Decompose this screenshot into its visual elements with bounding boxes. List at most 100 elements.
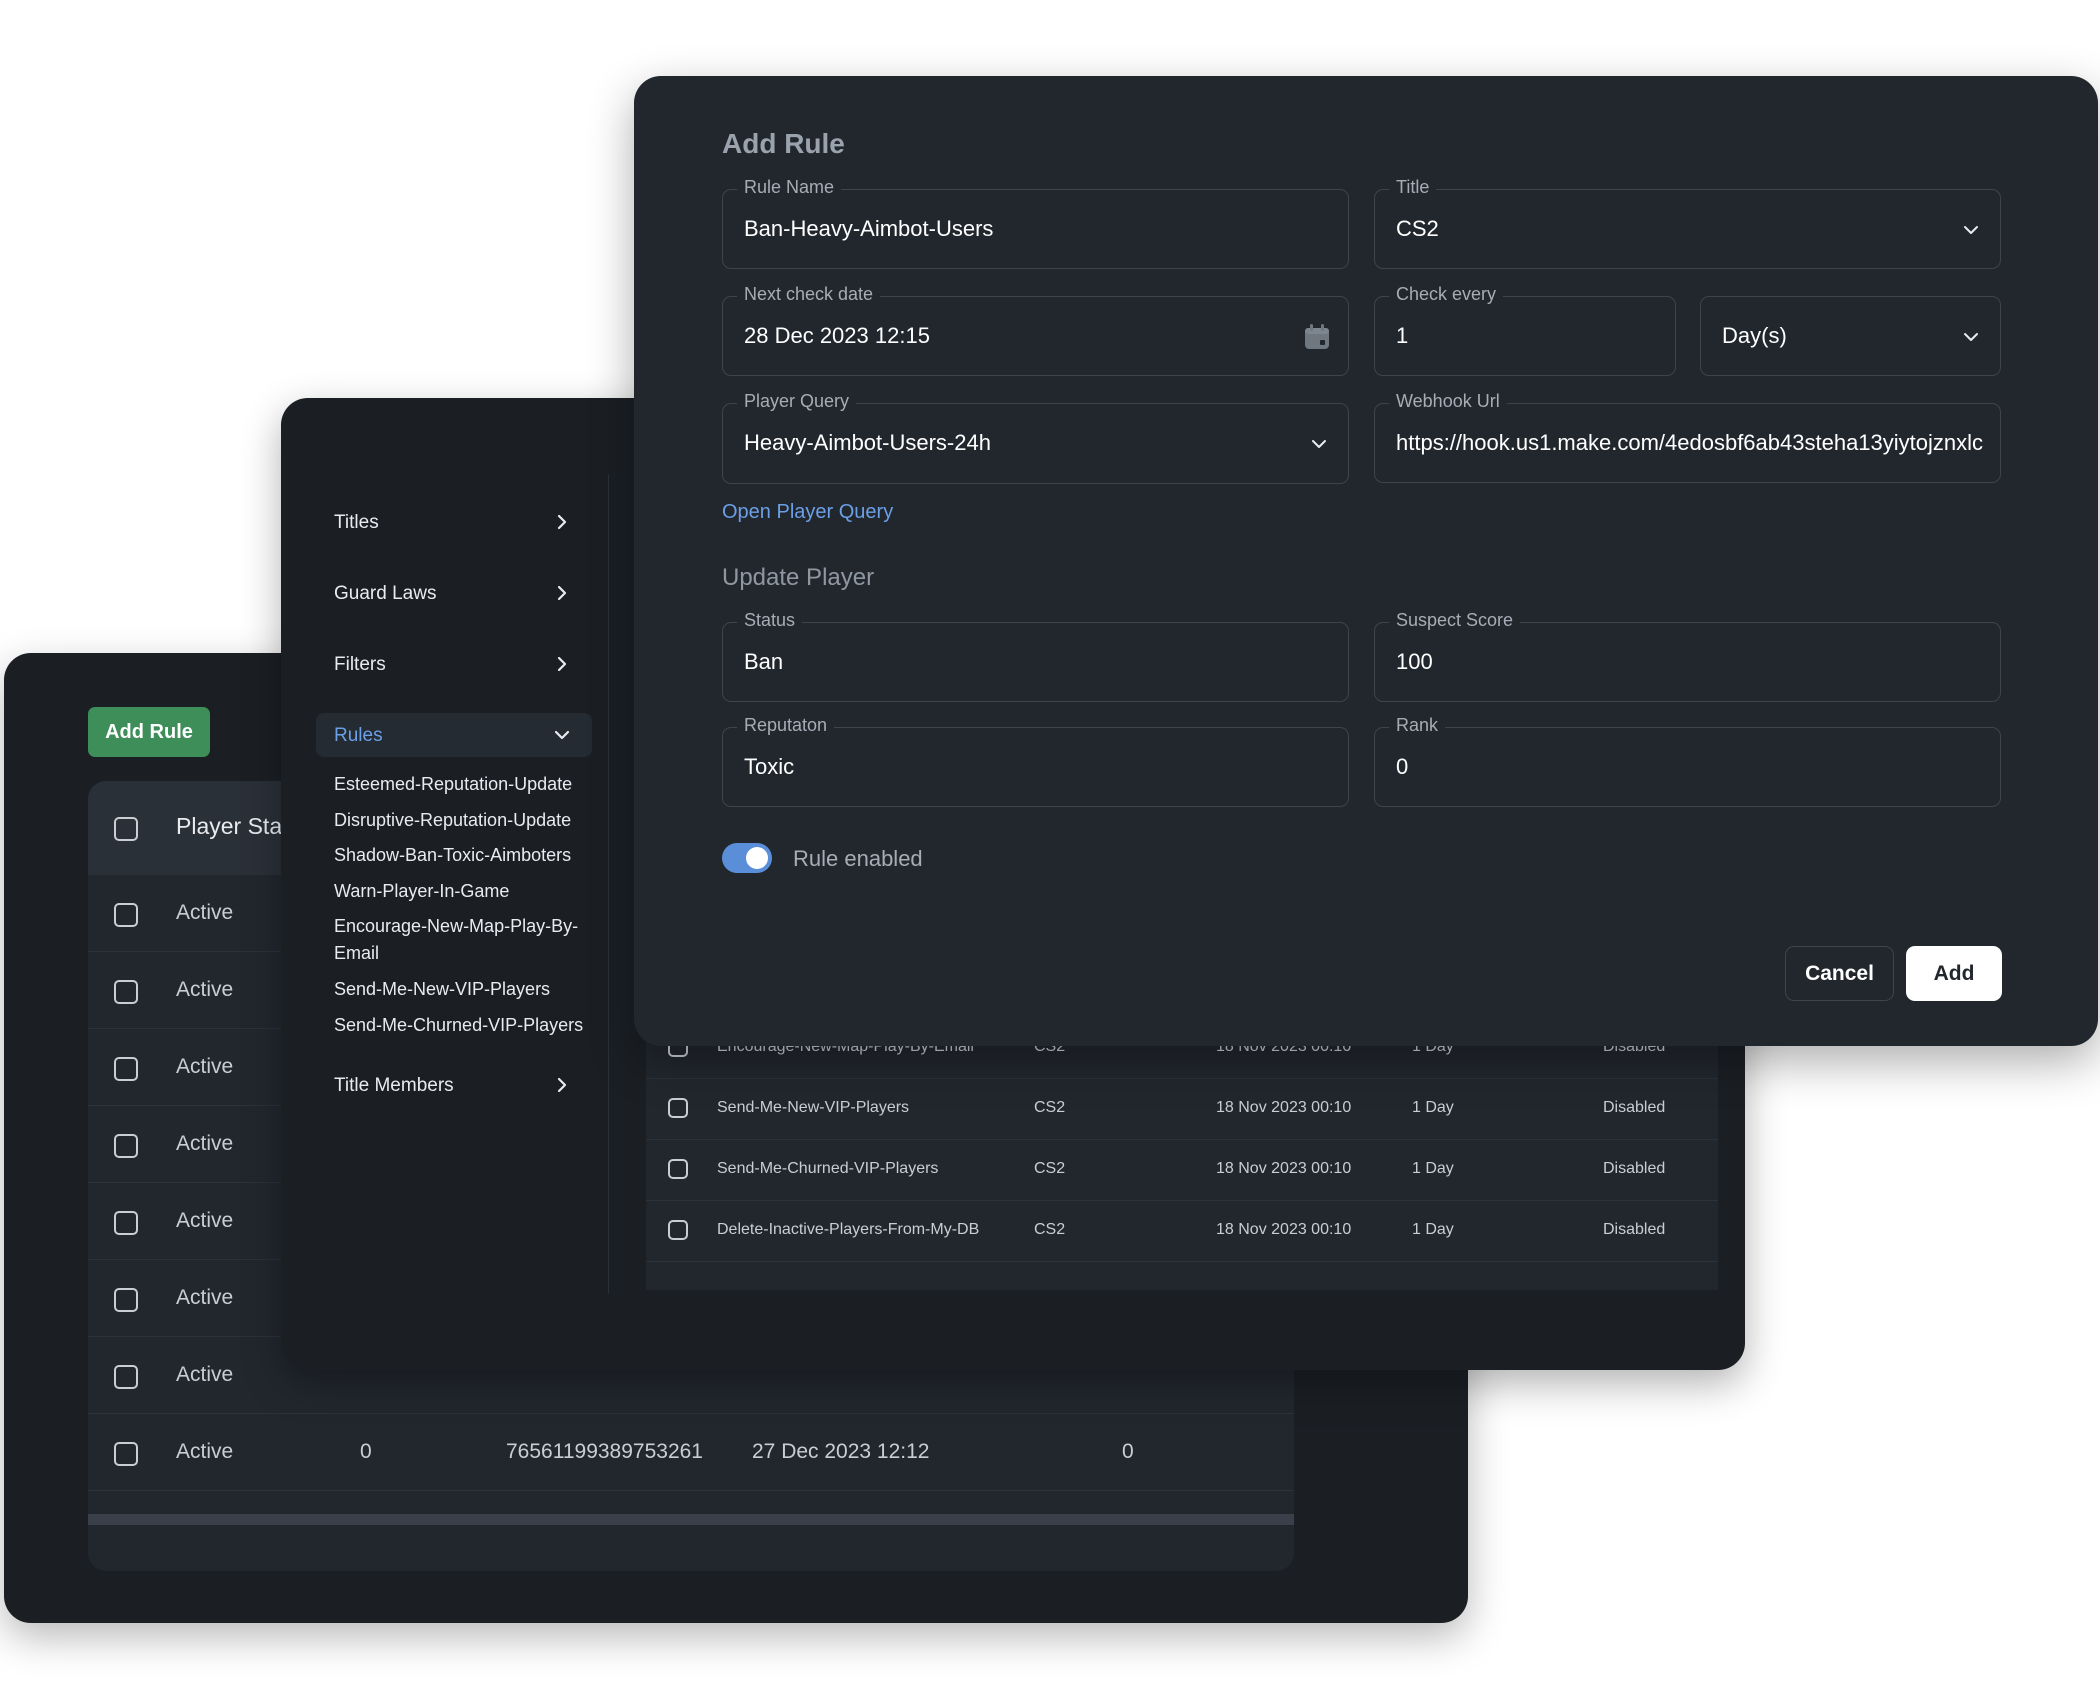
chevron-right-icon — [557, 585, 567, 601]
sidebar-item-filters[interactable]: Filters — [316, 642, 592, 686]
player-status-cell: Active — [176, 1363, 234, 1386]
title-select[interactable]: Title CS2 — [1374, 177, 2001, 269]
chevron-down-icon — [1964, 226, 1978, 234]
player-status-cell: Active — [176, 901, 234, 924]
rule-enabled-label: Rule enabled — [793, 846, 923, 871]
next-check-date-field[interactable]: Next check date 28 Dec 2023 12:15 — [722, 284, 1349, 376]
row-checkbox[interactable] — [668, 1220, 688, 1240]
row-checkbox[interactable] — [668, 1159, 688, 1179]
player-status-cell: Active — [176, 1209, 234, 1232]
chevron-right-icon — [557, 656, 567, 672]
add-button[interactable]: Add — [1906, 946, 2002, 1001]
player-query-select[interactable]: Player Query Heavy-Aimbot-Users-24h — [722, 391, 1349, 484]
check-every-unit-value: Day(s) — [1722, 323, 1787, 348]
chevron-right-icon — [557, 514, 567, 530]
rule-name-cell: Send-Me-Churned-VIP-Players — [717, 1160, 939, 1177]
check-every-field[interactable]: Check every 1 — [1374, 284, 1676, 376]
table-row[interactable]: Active 0 76561199389753261 27 Dec 2023 1… — [88, 1414, 1294, 1491]
sidebar-rule-link[interactable]: Send-Me-Churned-VIP-Players — [334, 1012, 604, 1039]
sidebar-rule-link[interactable]: Encourage-New-Map-Play-By-Email — [334, 913, 604, 967]
rule-title-cell: CS2 — [1034, 1099, 1066, 1116]
player-status-cell: Active — [176, 1440, 234, 1463]
player-status-cell: Active — [176, 1132, 234, 1155]
row-checkbox[interactable] — [114, 903, 138, 927]
rule-name-field[interactable]: Rule Name Ban-Heavy-Aimbot-Users — [722, 177, 1349, 269]
rule-next-check-cell: 18 Nov 2023 00:10 — [1216, 1221, 1352, 1238]
table-row[interactable]: Send-Me-Churned-VIP-Players CS2 18 Nov 2… — [646, 1140, 1718, 1201]
reputation-label: Reputaton — [737, 715, 835, 736]
cancel-button[interactable]: Cancel — [1785, 946, 1894, 1001]
next-check-date-label: Next check date — [737, 284, 881, 305]
check-every-unit-select[interactable]: Day(s) — [1700, 296, 2001, 376]
table-row[interactable]: Send-Me-New-VIP-Players CS2 18 Nov 2023 … — [646, 1079, 1718, 1140]
status-field[interactable]: Status Ban — [722, 610, 1349, 702]
sidebar-item-label: Title Members — [334, 1075, 454, 1096]
table-row[interactable]: Delete-Inactive-Players-From-My-DB CS2 1… — [646, 1201, 1718, 1262]
player-query-value: Heavy-Aimbot-Users-24h — [744, 430, 991, 455]
sidebar-rule-link[interactable]: Disruptive-Reputation-Update — [334, 807, 604, 834]
rules-table: Encourage-New-Map-Play-By-Email CS2 18 N… — [646, 1018, 1718, 1290]
row-checkbox[interactable] — [114, 1057, 138, 1081]
rule-name-cell: Send-Me-New-VIP-Players — [717, 1099, 910, 1116]
rule-enabled-toggle[interactable] — [722, 843, 772, 873]
rank-field[interactable]: Rank 0 — [1374, 715, 2001, 807]
sidebar-rule-link[interactable]: Warn-Player-In-Game — [334, 878, 604, 905]
status-value: Ban — [744, 649, 784, 674]
row-checkbox[interactable] — [114, 1442, 138, 1466]
rank-label: Rank — [1389, 715, 1446, 736]
sidebar-item-titles[interactable]: Titles — [316, 500, 592, 544]
select-all-checkbox[interactable] — [114, 817, 138, 841]
suspect-score-label: Suspect Score — [1389, 610, 1521, 631]
sidebar-item-title-members[interactable]: Title Members — [316, 1063, 592, 1107]
suspect-score-cell: 0 — [360, 1440, 372, 1463]
webhook-url-field[interactable]: Webhook Url https://hook.us1.make.com/4e… — [1374, 391, 2001, 483]
sidebar-rule-link[interactable]: Shadow-Ban-Toxic-Aimboters — [334, 842, 604, 869]
rule-next-check-cell: 18 Nov 2023 00:10 — [1216, 1099, 1352, 1116]
player-query-label: Player Query — [737, 391, 857, 412]
row-checkbox[interactable] — [114, 980, 138, 1004]
update-player-heading: Update Player — [722, 564, 875, 591]
horizontal-scrollbar[interactable] — [88, 1514, 1294, 1525]
row-checkbox[interactable] — [114, 1134, 138, 1158]
status-label: Status — [737, 610, 803, 631]
chevron-down-icon — [554, 730, 570, 740]
chevron-down-icon — [1312, 440, 1326, 448]
sidebar-item-label: Filters — [334, 654, 386, 675]
row-checkbox[interactable] — [114, 1365, 138, 1389]
title-value: CS2 — [1396, 216, 1439, 241]
rule-title-cell: CS2 — [1034, 1221, 1066, 1238]
row-checkbox[interactable] — [668, 1098, 688, 1118]
sidebar-divider — [608, 474, 609, 1294]
row-checkbox[interactable] — [114, 1211, 138, 1235]
check-every-value: 1 — [1396, 323, 1409, 348]
rule-state-cell: Disabled — [1603, 1099, 1666, 1116]
rule-name-value: Ban-Heavy-Aimbot-Users — [744, 216, 994, 241]
chevron-down-icon — [1964, 333, 1978, 341]
suspect-score-value: 100 — [1396, 649, 1433, 674]
modal-title: Add Rule — [722, 128, 845, 159]
webhook-url-label: Webhook Url — [1389, 391, 1507, 412]
rule-next-check-cell: 18 Nov 2023 00:10 — [1216, 1160, 1352, 1177]
player-status-cell: Active — [176, 978, 234, 1001]
date-cell: 27 Dec 2023 12:12 — [752, 1440, 930, 1463]
row-checkbox[interactable] — [114, 1288, 138, 1312]
suspect-score-field[interactable]: Suspect Score 100 — [1374, 610, 2001, 702]
calendar-icon[interactable] — [1302, 322, 1332, 352]
sidebar-item-label: Titles — [334, 512, 379, 533]
player-status-cell: Active — [176, 1055, 234, 1078]
rank-cell: 0 — [1122, 1440, 1134, 1463]
add-rule-modal: Add Rule Rule Name Ban-Heavy-Aimbot-User… — [634, 76, 2098, 1046]
sidebar-item-guard-laws[interactable]: Guard Laws — [316, 571, 592, 615]
reputation-value: Toxic — [744, 754, 795, 779]
sidebar-item-label: Rules — [334, 725, 383, 746]
sidebar-item-rules[interactable]: Rules — [316, 713, 592, 757]
add-rule-button[interactable]: Add Rule — [88, 707, 210, 757]
open-player-query-link[interactable]: Open Player Query — [722, 501, 893, 524]
rule-interval-cell: 1 Day — [1412, 1221, 1454, 1238]
sidebar-rule-link[interactable]: Send-Me-New-VIP-Players — [334, 976, 604, 1003]
reputation-field[interactable]: Reputaton Toxic — [722, 715, 1349, 807]
rule-name-cell: Delete-Inactive-Players-From-My-DB — [717, 1221, 980, 1238]
sidebar-rule-link[interactable]: Esteemed-Reputation-Update — [334, 771, 604, 798]
player-status-cell: Active — [176, 1286, 234, 1309]
next-check-date-value: 28 Dec 2023 12:15 — [744, 323, 930, 348]
